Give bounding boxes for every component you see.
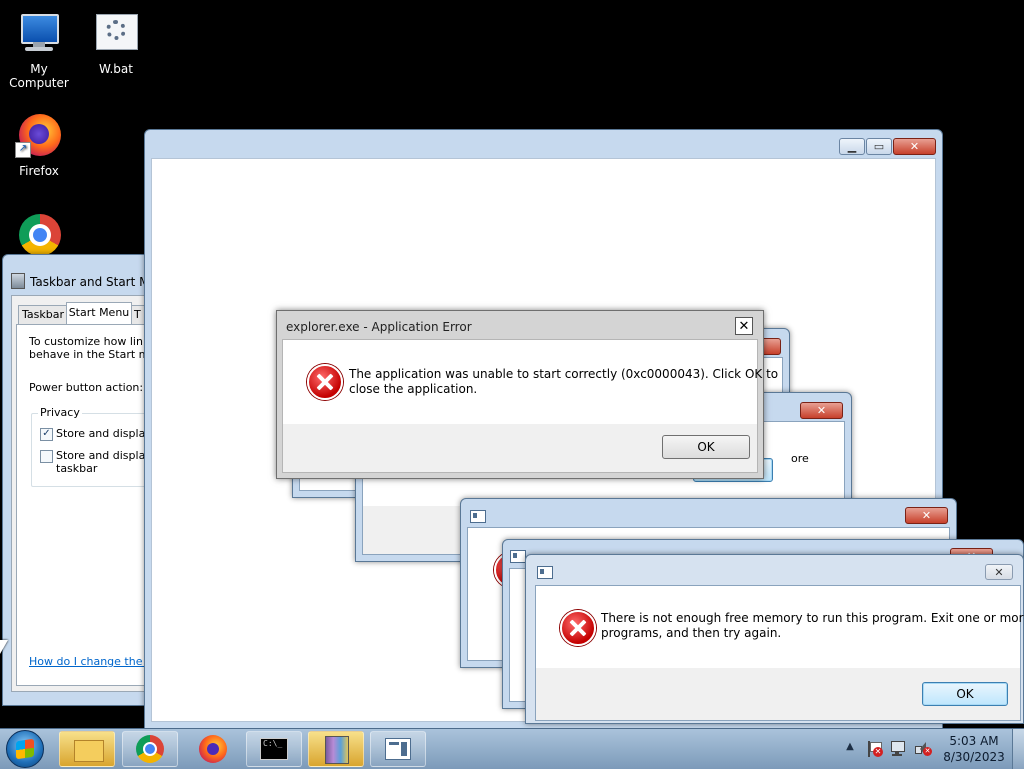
explorer-icon xyxy=(74,740,104,762)
error-icon xyxy=(560,610,596,646)
show-desktop-button[interactable] xyxy=(1012,729,1024,769)
taskbar-properties-window: Taskbar and Start Menu Properties Taskba… xyxy=(2,254,173,706)
close-icon: ✕ xyxy=(909,140,920,153)
power-button-label: Power button action: xyxy=(29,381,144,394)
maximize-button[interactable]: ▭ xyxy=(866,138,892,155)
privacy-group-label: Privacy xyxy=(38,406,82,419)
application-error-dialog: explorer.exe - Application Error ✕ The a… xyxy=(276,310,778,479)
error-icon xyxy=(307,364,343,400)
cmd-icon: C:\_ xyxy=(260,738,288,760)
chevron-up-icon: ▲ xyxy=(846,741,854,752)
ok-button[interactable]: OK xyxy=(922,682,1008,706)
close-button[interactable]: ✕ xyxy=(985,564,1013,580)
desktop-icon-my-computer[interactable]: My Computer xyxy=(1,10,77,90)
desktop-icon-label: W.bat xyxy=(99,62,133,76)
close-button[interactable]: ✕ xyxy=(735,317,753,335)
ok-button[interactable]: OK xyxy=(662,435,750,459)
close-icon: ✕ xyxy=(816,404,827,417)
dialog-client: The application was unable to start corr… xyxy=(282,339,778,473)
clock-date: 8/30/2023 xyxy=(943,750,1005,764)
start-orb-icon xyxy=(16,738,34,760)
taskbar-archive-button[interactable] xyxy=(308,731,364,767)
minimize-button[interactable]: ▁ xyxy=(839,138,865,155)
error-message: The application was unable to start corr… xyxy=(349,367,779,396)
close-icon: ✕ xyxy=(921,509,932,522)
window-icon xyxy=(537,566,553,579)
clock-time: 5:03 AM xyxy=(949,734,999,748)
taskbar-firefox-button[interactable] xyxy=(185,731,241,767)
taskbar: C:\_ ▲ ✕ ✕ 5:03 AM 8/30/2023 xyxy=(0,728,1024,769)
batch-file-icon xyxy=(92,10,140,58)
taskbar-properties-icon xyxy=(11,273,25,289)
store-recent-items-checkbox[interactable] xyxy=(40,450,53,463)
window-title: Taskbar and Start Menu Properties xyxy=(30,275,148,289)
start-button[interactable] xyxy=(6,730,44,768)
desktop-icon-firefox[interactable]: ↗ Firefox xyxy=(1,112,77,178)
desktop-icon-label: Firefox xyxy=(19,164,59,178)
store-recent-programs-checkbox[interactable]: ✓ xyxy=(40,428,53,441)
dialog-client: There is not enough free memory to run t… xyxy=(535,585,1024,721)
desktop-icon-w-bat[interactable]: W.bat xyxy=(78,10,154,76)
window-icon xyxy=(510,550,526,563)
taskbar-window-button[interactable] xyxy=(370,731,426,767)
taskbar-explorer-button[interactable] xyxy=(59,731,115,767)
window-icon xyxy=(385,738,411,760)
close-icon: ✕ xyxy=(994,565,1004,579)
memory-error-dialog: ✕ There is not enough free memory to run… xyxy=(525,554,1024,724)
taskbar-chrome-button[interactable] xyxy=(122,731,178,767)
mouse-cursor xyxy=(0,640,8,654)
close-button[interactable]: ✕ xyxy=(800,402,843,419)
firefox-icon xyxy=(199,735,227,763)
computer-icon xyxy=(15,10,63,58)
dialog-title: explorer.exe - Application Error xyxy=(286,320,472,334)
error-message: There is not enough free memory to run t… xyxy=(601,611,1024,640)
tab-taskbar[interactable]: Taskbar xyxy=(18,305,68,324)
archive-icon xyxy=(325,736,349,764)
volume-muted-icon[interactable]: ✕ xyxy=(914,741,932,757)
desktop-icon-label: My Computer xyxy=(9,62,69,90)
tab-start-menu[interactable]: Start Menu xyxy=(66,302,132,325)
show-hidden-icons-button[interactable]: ▲ xyxy=(844,741,856,755)
minimize-icon: ▁ xyxy=(847,140,857,153)
caption-buttons: ▁ ▭ ✕ xyxy=(839,138,936,155)
clock[interactable]: 5:03 AM 8/30/2023 xyxy=(940,733,1008,765)
close-button[interactable]: ✕ xyxy=(893,138,936,155)
message-text: ore xyxy=(791,452,809,465)
chrome-icon xyxy=(136,735,164,763)
network-icon[interactable] xyxy=(890,741,908,757)
taskbar-cmd-button[interactable]: C:\_ xyxy=(246,731,302,767)
action-center-icon[interactable]: ✕ xyxy=(866,741,883,757)
maximize-icon: ▭ xyxy=(873,140,885,153)
close-icon: ✕ xyxy=(738,319,750,334)
window-icon xyxy=(470,510,486,523)
firefox-icon: ↗ xyxy=(15,112,63,160)
properties-client: Taskbar Start Menu T To customize how li… xyxy=(11,295,173,692)
help-link[interactable]: How do I change the wa xyxy=(29,655,162,668)
close-button[interactable]: ✕ xyxy=(905,507,948,524)
